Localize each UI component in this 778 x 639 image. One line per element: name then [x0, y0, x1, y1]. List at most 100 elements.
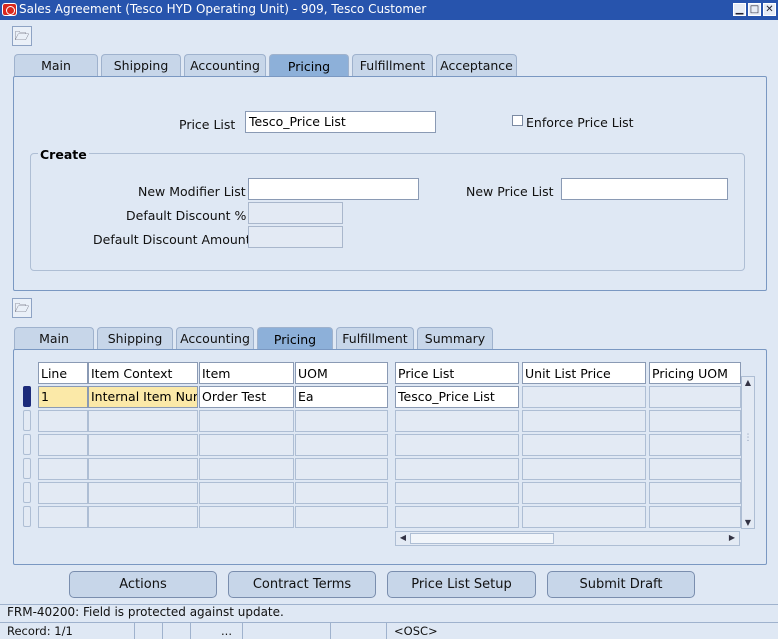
line-tab-pricing[interactable]: Pricing — [257, 327, 333, 351]
column-header-line: Line — [38, 362, 88, 384]
table-cell-line[interactable] — [38, 410, 88, 432]
new-modifier-list-field[interactable] — [248, 178, 419, 200]
table-cell-price-list[interactable] — [395, 482, 519, 504]
table-cell-uom[interactable] — [295, 434, 388, 456]
tab-shipping[interactable]: Shipping — [101, 54, 181, 76]
table-cell-item[interactable] — [199, 434, 294, 456]
table-cell-unit-list-price[interactable] — [522, 386, 646, 408]
tab-accounting[interactable]: Accounting — [184, 54, 266, 76]
table-cell-item-context[interactable] — [88, 506, 198, 528]
line-tab-fulfillment[interactable]: Fulfillment — [336, 327, 414, 349]
price-list-setup-button[interactable]: Price List Setup — [387, 571, 536, 598]
default-discount-amount-label: Default Discount Amount — [93, 232, 251, 247]
table-cell-line[interactable] — [38, 506, 88, 528]
column-header-uom: UOM — [295, 362, 388, 384]
actions-button[interactable]: Actions — [69, 571, 217, 598]
horizontal-scrollbar[interactable]: ◀ ▶ — [395, 531, 740, 546]
tab-fulfillment[interactable]: Fulfillment — [352, 54, 433, 76]
column-header-item: Item — [199, 362, 294, 384]
maximize-icon[interactable]: □ — [748, 3, 761, 16]
table-cell-line[interactable] — [38, 458, 88, 480]
price-list-field[interactable]: Tesco_Price List — [245, 111, 436, 133]
new-price-list-field[interactable] — [561, 178, 728, 200]
table-cell-item-context[interactable]: Internal Item Number — [88, 386, 198, 408]
contract-terms-button[interactable]: Contract Terms — [228, 571, 376, 598]
enforce-price-list-checkbox[interactable] — [512, 115, 523, 126]
table-cell-uom[interactable] — [295, 410, 388, 432]
scroll-up-icon[interactable]: ▲ — [742, 378, 754, 387]
row-indicator[interactable] — [23, 434, 31, 455]
table-cell-item[interactable] — [199, 410, 294, 432]
table-cell-pricing-uom[interactable] — [649, 506, 741, 528]
status-cell — [331, 623, 387, 639]
table-cell-price-list[interactable] — [395, 458, 519, 480]
table-cell-unit-list-price[interactable] — [522, 458, 646, 480]
table-cell-item[interactable]: Order Test — [199, 386, 294, 408]
tab-main[interactable]: Main — [14, 54, 98, 76]
table-cell-uom[interactable]: Ea — [295, 386, 388, 408]
table-cell-unit-list-price[interactable] — [522, 506, 646, 528]
line-tab-main[interactable]: Main — [14, 327, 94, 349]
row-indicator[interactable] — [23, 482, 31, 503]
line-tab-summary[interactable]: Summary — [417, 327, 493, 349]
status-ellipsis: ... — [191, 623, 243, 639]
status-cell — [163, 623, 191, 639]
new-modifier-list-label: New Modifier List — [138, 184, 246, 199]
table-cell-item[interactable] — [199, 506, 294, 528]
enforce-price-list-label: Enforce Price List — [526, 115, 634, 130]
table-cell-uom[interactable] — [295, 482, 388, 504]
line-tab-accounting[interactable]: Accounting — [176, 327, 254, 349]
default-discount-pct-label: Default Discount % — [126, 208, 247, 223]
folder-icon[interactable]: 🗁 — [12, 26, 32, 46]
table-cell-unit-list-price[interactable] — [522, 482, 646, 504]
line-tab-shipping[interactable]: Shipping — [97, 327, 173, 349]
table-cell-item-context[interactable] — [88, 410, 198, 432]
column-header-price-list: Price List — [395, 362, 519, 384]
table-cell-line[interactable] — [38, 434, 88, 456]
scroll-grip-icon[interactable]: ⋮ — [742, 433, 754, 443]
default-discount-amount-field[interactable] — [248, 226, 343, 248]
column-header-unit-list-price: Unit List Price — [522, 362, 646, 384]
table-cell-price-list[interactable] — [395, 506, 519, 528]
table-cell-item-context[interactable] — [88, 482, 198, 504]
table-cell-pricing-uom[interactable] — [649, 434, 741, 456]
default-discount-pct-field[interactable] — [248, 202, 343, 224]
row-indicator[interactable] — [23, 410, 31, 431]
row-indicator[interactable] — [23, 506, 31, 527]
submit-draft-button[interactable]: Submit Draft — [547, 571, 695, 598]
row-indicator-current[interactable] — [23, 386, 31, 407]
table-cell-pricing-uom[interactable] — [649, 410, 741, 432]
table-cell-item[interactable] — [199, 482, 294, 504]
minimize-icon[interactable]: ▁ — [733, 3, 746, 16]
row-indicator[interactable] — [23, 458, 31, 479]
table-cell-price-list[interactable]: Tesco_Price List — [395, 386, 519, 408]
table-cell-uom[interactable] — [295, 506, 388, 528]
table-cell-pricing-uom[interactable] — [649, 386, 741, 408]
table-cell-item[interactable] — [199, 458, 294, 480]
table-cell-line[interactable] — [38, 482, 88, 504]
table-cell-unit-list-price[interactable] — [522, 410, 646, 432]
oracle-app-icon — [2, 3, 17, 16]
scroll-down-icon[interactable]: ▼ — [742, 518, 754, 527]
table-cell-pricing-uom[interactable] — [649, 482, 741, 504]
vertical-scrollbar[interactable]: ▲ ⋮ ▼ — [741, 376, 755, 529]
table-cell-line[interactable]: 1 — [38, 386, 88, 408]
new-price-list-label: New Price List — [466, 184, 554, 199]
status-osc: <OSC> — [394, 624, 438, 638]
status-message: FRM-40200: Field is protected against up… — [7, 605, 284, 619]
table-cell-uom[interactable] — [295, 458, 388, 480]
tab-acceptance[interactable]: Acceptance — [436, 54, 517, 76]
scroll-right-icon[interactable]: ▶ — [726, 533, 738, 542]
table-cell-price-list[interactable] — [395, 410, 519, 432]
table-cell-item-context[interactable] — [88, 434, 198, 456]
tab-pricing[interactable]: Pricing — [269, 54, 349, 78]
table-cell-pricing-uom[interactable] — [649, 458, 741, 480]
scroll-thumb[interactable] — [410, 533, 554, 544]
status-cell — [135, 623, 163, 639]
scroll-left-icon[interactable]: ◀ — [397, 533, 409, 542]
table-cell-item-context[interactable] — [88, 458, 198, 480]
close-icon[interactable]: ✕ — [763, 3, 776, 16]
table-cell-unit-list-price[interactable] — [522, 434, 646, 456]
table-cell-price-list[interactable] — [395, 434, 519, 456]
folder-open-icon[interactable]: 🗁 — [12, 298, 32, 318]
